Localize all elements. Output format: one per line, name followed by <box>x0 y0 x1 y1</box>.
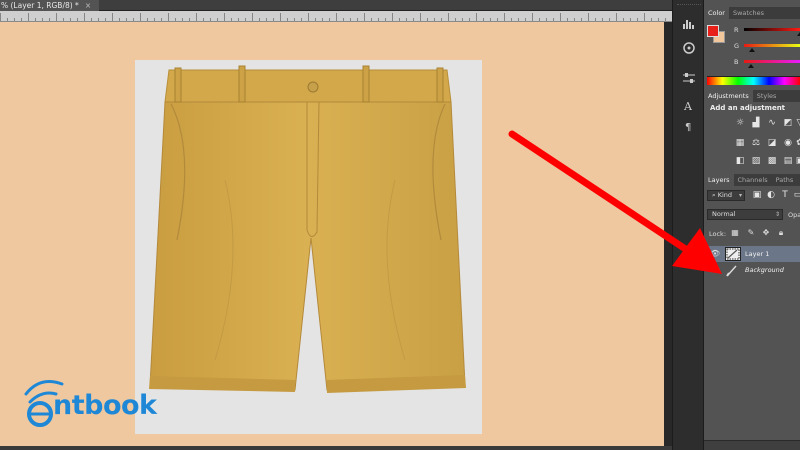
document-tab-title: % (Layer 1, RGB/8) * <box>1 1 79 10</box>
right-panel-dock: Color Swatches R G B Adjustments Styles … <box>704 0 800 450</box>
status-bar <box>0 446 672 450</box>
blend-mode-value: Normal <box>712 210 736 218</box>
gradient-map-icon[interactable]: ▤ <box>782 156 794 167</box>
layer-name[interactable]: Background <box>745 266 784 274</box>
green-slider-knob[interactable] <box>749 48 756 52</box>
color-balance-icon[interactable]: ⚖ <box>750 138 762 149</box>
libraries-icon[interactable] <box>679 40 699 56</box>
adjustments-panel-tabs: Adjustments Styles <box>704 90 800 102</box>
foreground-color-swatch[interactable] <box>707 25 719 37</box>
tab-paths[interactable]: Paths <box>772 174 798 186</box>
posterize-icon[interactable]: ▨ <box>750 156 762 167</box>
layer-thumbnail <box>725 247 741 261</box>
tab-styles[interactable]: Styles <box>753 90 781 102</box>
chevron-down-icon: ⇕ <box>774 211 780 218</box>
ruler-ticks <box>0 13 666 21</box>
layers-panel-tabs: Layers Channels Paths <box>704 174 800 186</box>
opacity-label: Opa <box>788 211 800 219</box>
color-spectrum-ramp[interactable] <box>707 76 800 85</box>
lock-image-icon[interactable]: ✎ <box>746 228 756 238</box>
visibility-eye-icon[interactable]: 👁︎ <box>710 249 720 258</box>
filter-shape-icon[interactable]: ▭ <box>792 190 800 201</box>
red-slider[interactable] <box>744 28 800 31</box>
filter-kind-value: Kind <box>717 191 733 199</box>
filter-kind-dropdown[interactable]: ⌕ Kind ▾ <box>707 190 745 201</box>
document-tab-bar: % (Layer 1, RGB/8) * × <box>0 0 672 11</box>
shorts-image <box>149 65 466 393</box>
photo-filter-icon[interactable]: ◉ <box>782 138 794 149</box>
channel-label-b: B <box>734 58 739 66</box>
histogram-icon[interactable] <box>679 16 699 32</box>
document-canvas[interactable]: ntbook <box>0 22 664 446</box>
properties-icon[interactable] <box>679 70 699 86</box>
tab-layers[interactable]: Layers <box>704 174 734 186</box>
vibrance-icon[interactable]: ▽ <box>794 118 800 129</box>
threshold-icon[interactable]: ▩ <box>766 156 778 167</box>
invert-icon[interactable]: ◧ <box>734 156 746 167</box>
lock-label: Lock: <box>709 230 727 238</box>
levels-icon[interactable]: ▟ <box>750 118 762 129</box>
blue-slider-knob[interactable] <box>747 64 754 68</box>
tab-adjustments[interactable]: Adjustments <box>704 90 753 102</box>
blend-mode-dropdown[interactable]: Normal ⇕ <box>707 209 783 220</box>
layer-thumbnail <box>726 265 737 277</box>
watermark-logo: ntbook <box>18 372 168 432</box>
black-white-icon[interactable]: ◪ <box>766 138 778 149</box>
filter-pixel-icon[interactable]: ▣ <box>751 190 763 201</box>
hue-saturation-icon[interactable]: ▦ <box>734 138 746 149</box>
logo-text: ntbook <box>53 390 157 421</box>
curves-icon[interactable]: ∿ <box>766 118 778 129</box>
horizontal-ruler[interactable] <box>0 11 672 22</box>
channel-label-r: R <box>734 26 739 34</box>
tab-channels[interactable]: Channels <box>734 174 772 186</box>
svg-text:¶: ¶ <box>685 122 691 132</box>
shorts-photo-layer[interactable] <box>135 60 482 434</box>
filter-type-icon[interactable]: T <box>779 190 791 201</box>
brightness-contrast-icon[interactable]: ☼ <box>734 118 746 129</box>
exposure-icon[interactable]: ◩ <box>782 118 794 129</box>
channel-label-g: G <box>734 42 740 50</box>
selective-color-icon[interactable]: ▣ <box>794 156 800 167</box>
color-panel-tabs: Color Swatches <box>704 7 800 19</box>
filter-adjustment-icon[interactable]: ◐ <box>765 190 777 201</box>
panel-icon-strip: A ¶ <box>672 0 704 450</box>
layer-row-background[interactable]: 👁︎ Background <box>704 262 800 278</box>
green-slider[interactable] <box>744 44 800 47</box>
svg-text:A: A <box>683 100 693 112</box>
lock-transparent-icon[interactable]: ▦ <box>730 228 740 238</box>
close-tab-icon[interactable]: × <box>85 1 91 10</box>
layer-row-layer-1[interactable]: 👁︎ Layer 1 <box>704 246 800 262</box>
character-icon[interactable]: A <box>679 98 699 114</box>
tab-swatches[interactable]: Swatches <box>729 7 768 19</box>
adjustments-title: Add an adjustment <box>710 104 786 112</box>
chevron-down-icon: ▾ <box>738 192 742 199</box>
layer-name[interactable]: Layer 1 <box>745 250 769 258</box>
lock-position-icon[interactable]: ✥ <box>761 228 771 238</box>
paragraph-icon[interactable]: ¶ <box>679 118 699 134</box>
layers-panel-footer <box>704 440 800 450</box>
strip-grip[interactable] <box>677 4 701 6</box>
document-tab[interactable]: % (Layer 1, RGB/8) * × <box>0 0 100 11</box>
visibility-eye-icon[interactable]: 👁︎ <box>710 265 720 274</box>
blue-slider[interactable] <box>744 60 800 63</box>
tab-color[interactable]: Color <box>704 7 729 19</box>
channel-mixer-icon[interactable]: ✿ <box>794 138 800 149</box>
canvas-area[interactable]: ntbook <box>0 22 672 450</box>
lock-all-icon[interactable]: 🔒︎ <box>776 228 786 238</box>
